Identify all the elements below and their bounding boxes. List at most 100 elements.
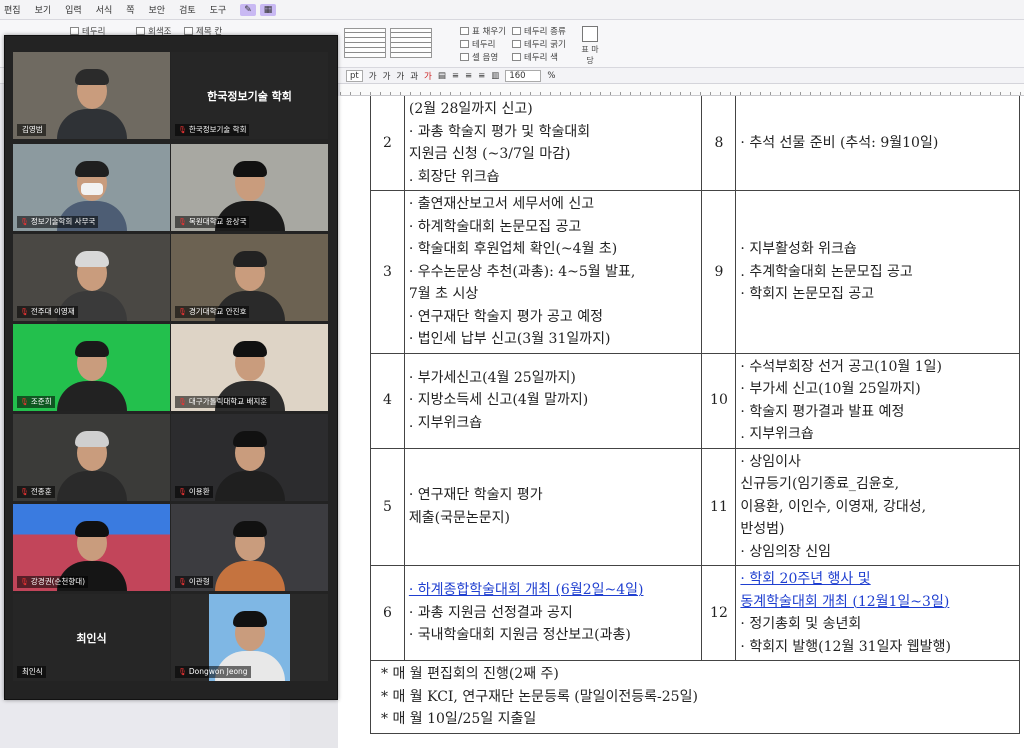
participant-name-label: 최인식 <box>17 666 46 678</box>
menu-tools[interactable]: 도구 <box>210 3 227 16</box>
strike-button[interactable]: 과 <box>410 70 418 82</box>
month-tasks-cell[interactable]: · 부가세신고(4월 25일까지) · 지방소득세 신고(4월 말까지) . 지부위… <box>403 352 703 449</box>
table-style-gallery <box>344 28 432 58</box>
table-gallery-label: 표 마당 <box>581 45 599 65</box>
participant-tile[interactable]: 🎙 목원대학교 윤상국 <box>171 144 328 231</box>
month-tasks-cell[interactable]: · 학회 20주년 행사 및 동계학술대회 개최 (12월1일~3일) · 정기총회… <box>735 565 1020 661</box>
month-number-cell[interactable]: 4 <box>370 352 405 449</box>
italic-button[interactable]: 가 <box>383 70 391 82</box>
checkbox-icon[interactable] <box>184 26 193 35</box>
participant-tile[interactable]: 김영범 <box>13 52 170 139</box>
participant-tile[interactable]: 🎙 전종훈 <box>13 414 170 501</box>
annual-schedule-table[interactable]: 2 (2월 28일까지 신고) · 과총 학술지 평가 및 학술대회 지원금 신청 … <box>370 96 1020 734</box>
month-number-cell[interactable]: 10 <box>701 352 737 449</box>
align-left-button[interactable]: ≡ <box>452 71 459 81</box>
distribute-button[interactable]: ▥ <box>491 71 499 81</box>
schedule-row: 2 (2월 28일까지 신고) · 과총 학술지 평가 및 학술대회 지원금 신청 … <box>370 96 1020 191</box>
month-number-cell[interactable]: 6 <box>370 565 405 661</box>
menu-page[interactable]: 쪽 <box>126 3 134 16</box>
muted-mic-icon: 🎙 <box>178 488 187 496</box>
month-number-cell[interactable]: 11 <box>701 447 737 566</box>
border-button[interactable]: 테두리 <box>472 38 495 50</box>
menu-security[interactable]: 보안 <box>149 3 166 16</box>
month-tasks-cell[interactable]: · 하계종합학술대회 개최 (6월2일~4일) · 과총 지원금 선정결과 공지 ·… <box>403 565 703 661</box>
participant-tile[interactable]: 🎙 전주대 이영재 <box>13 234 170 321</box>
participant-tile[interactable]: 한국정보기술 학회 🎙 한국정보기술 학회 <box>171 52 328 139</box>
font-color-button[interactable]: 가 <box>424 70 432 82</box>
table-style-swatch[interactable] <box>390 28 432 58</box>
muted-mic-icon: 🎙 <box>178 218 187 226</box>
participant-tile[interactable]: 🎙 경기대학교 안진호 <box>171 234 328 321</box>
participant-tile[interactable]: 최인식 최인식 <box>13 594 170 681</box>
menu-format[interactable]: 서식 <box>96 3 113 16</box>
schedule-line: · 지부활성화 위크숍 <box>740 241 857 257</box>
month-number-cell[interactable]: 2 <box>370 96 405 191</box>
cell-shading-button[interactable]: 셀 음영 <box>472 51 498 63</box>
table-design-tab[interactable]: ✎ <box>240 3 256 16</box>
muted-mic-icon: 🎙 <box>20 218 29 226</box>
month-tasks-cell[interactable]: · 상임이사 신규등기(임기종료_김윤호, 이용환, 이인수, 이영재, 강대성, 반… <box>735 447 1020 566</box>
menu-review[interactable]: 검토 <box>179 3 196 16</box>
menu-insert[interactable]: 입력 <box>65 3 82 16</box>
month-number-cell[interactable]: 5 <box>370 447 405 566</box>
zoom-level[interactable]: 160 <box>505 69 542 82</box>
checkbox-icon[interactable] <box>136 26 145 35</box>
month-number-cell[interactable]: 9 <box>701 190 737 354</box>
participant-tile[interactable]: 🎙 강경권(순천향대) <box>13 504 170 591</box>
align-right-button[interactable]: ≡ <box>478 71 485 81</box>
participant-name: 경기대학교 안진호 <box>188 307 247 316</box>
participant-tile[interactable]: 🎙 이관형 <box>171 504 328 591</box>
month-number-cell[interactable]: 12 <box>701 565 737 661</box>
video-call-window[interactable]: 김영범 한국정보기술 학회 🎙 한국정보기술 학회 🎙 정보기술학회 사무국 🎙 목원대학교 … <box>4 35 338 700</box>
border-type-button[interactable]: 테두리 종류 <box>524 25 566 37</box>
muted-mic-icon: 🎙 <box>178 578 187 586</box>
horizontal-ruler[interactable] <box>340 84 1024 96</box>
schedule-line: · 과총 학술지 평가 및 학술대회 <box>408 123 591 140</box>
border-weight-button[interactable]: 테두리 굵기 <box>524 38 566 50</box>
schedule-row: 6 · 하계종합학술대회 개최 (6월2일~4일) · 과총 지원금 선정결과 공지… <box>370 565 1020 661</box>
participant-video <box>214 423 285 501</box>
month-tasks-cell[interactable]: · 수석부회장 선거 공고(10월 1일) · 부가세 신고(10월 25일까지)… <box>735 352 1020 449</box>
table-fill-button[interactable]: 표 채우기 <box>472 25 506 37</box>
table-style-swatch[interactable] <box>344 28 386 58</box>
table-gallery-button[interactable]: 표 마당 <box>578 26 602 66</box>
schedule-line: · 학회 20주년 행사 및 <box>740 571 871 587</box>
schedule-line: · 부가세 신고(10월 25일까지) <box>740 381 921 397</box>
align-justify-button[interactable]: ▤ <box>438 71 446 81</box>
month-tasks-cell[interactable]: · 연구재단 학술지 평가 제출(국문논문지) <box>403 447 703 566</box>
participant-name: 정보기술학회 사무국 <box>30 217 96 226</box>
month-tasks-cell[interactable]: (2월 28일까지 신고) · 과총 학술지 평가 및 학술대회 지원금 신청 (… <box>403 96 703 191</box>
bold-button[interactable]: 가 <box>369 70 377 82</box>
participant-tile[interactable]: 🎙 정보기술학회 사무국 <box>13 144 170 231</box>
participant-name: 전종훈 <box>30 487 52 496</box>
schedule-line: · 상임의장 신임 <box>740 543 832 560</box>
table-layout-tab[interactable]: ▦ <box>259 3 277 16</box>
participant-video <box>56 423 127 501</box>
month-tasks-cell[interactable]: · 지부활성화 위크숍 . 추계학술대회 논문모집 공고 · 학회지 논문모집 공고 <box>735 190 1020 354</box>
line-weight-icon <box>512 39 521 48</box>
participant-tile[interactable]: 🎙 조준희 <box>13 324 170 411</box>
muted-mic-icon: 🎙 <box>20 488 29 496</box>
participant-name: Dongwon Jeong <box>188 667 248 676</box>
schedule-line: · 상임이사 <box>740 453 801 470</box>
month-tasks-cell[interactable]: · 출연재산보고서 세무서에 신고 · 하계학술대회 논문모집 공고 · 학술대회 … <box>403 190 703 354</box>
participant-tile[interactable]: 🎙 이용환 <box>171 414 328 501</box>
month-tasks-cell[interactable]: · 추석 선물 준비 (추석: 9월10일) <box>735 96 1020 191</box>
checkbox-icon[interactable] <box>70 26 79 35</box>
participant-name-label: 🎙 정보기술학회 사무국 <box>17 216 99 228</box>
notes-cell[interactable]: * 매 월 편집회의 진행(2째 주) * 매 월 KCI, 연구재단 논문등록 … <box>370 660 1020 734</box>
participant-name-label: 🎙 전주대 이영재 <box>17 306 78 318</box>
border-color-button[interactable]: 테두리 색 <box>524 51 558 63</box>
menu-edit[interactable]: 편집 <box>4 3 21 16</box>
month-number-cell[interactable]: 8 <box>701 96 737 191</box>
align-center-button[interactable]: ≡ <box>465 71 472 81</box>
underline-button[interactable]: 가 <box>396 70 404 82</box>
participant-tile[interactable]: 🎙 대구가톨릭대학교 배지훈 <box>171 324 328 411</box>
schedule-line: 신규등기(임기종료_김윤호, <box>740 476 900 492</box>
font-size-unit[interactable]: pt <box>346 69 363 82</box>
participant-tile[interactable]: 🎙 Dongwon Jeong <box>171 594 328 681</box>
menu-view[interactable]: 보기 <box>35 3 52 16</box>
muted-mic-icon: 🎙 <box>20 578 29 586</box>
participant-name-label: 🎙 강경권(순천향대) <box>17 576 89 588</box>
month-number-cell[interactable]: 3 <box>370 190 405 354</box>
